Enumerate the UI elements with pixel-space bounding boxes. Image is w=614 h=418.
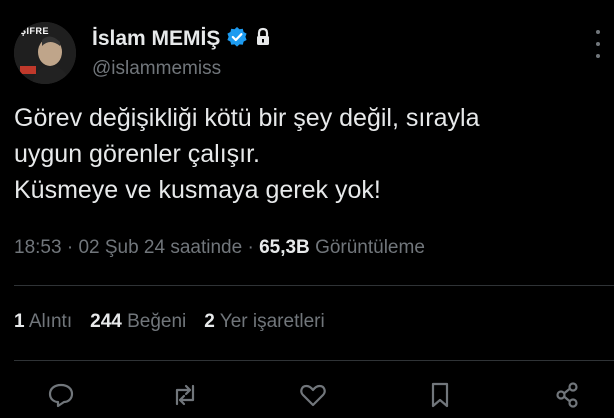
tweet-line: uygun görenler çalışır. — [14, 140, 260, 168]
bookmarks-stat[interactable]: 2 Yer işaretleri — [204, 311, 324, 333]
tweet-text: Görev değişikliği kötü bir şey değil, sı… — [14, 100, 604, 208]
tweet-line: Küsmeye ve kusmaya gerek yok! — [14, 176, 381, 204]
meta-separator: · — [66, 237, 74, 258]
action-bar — [0, 376, 614, 416]
bookmarks-label: Yer işaretleri — [219, 311, 325, 332]
author-handle[interactable]: @islammemiss — [92, 58, 221, 80]
bookmarks-count: 2 — [204, 311, 215, 332]
divider — [14, 360, 614, 361]
meta-separator: · — [247, 237, 254, 258]
tweet-line: Görev değişikliği kötü bir şey değil, sı… — [14, 104, 480, 132]
avatar[interactable]: ŞİFRE — [14, 22, 76, 84]
likes-count: 244 — [90, 311, 122, 332]
like-icon[interactable] — [298, 380, 328, 410]
tweet-meta: 18:53 · 02 Şub 24 saatinde · 65,3B Görün… — [14, 237, 425, 259]
likes-stat[interactable]: 244 Beğeni — [90, 311, 186, 333]
author-display-name[interactable]: İslam MEMİŞ — [92, 27, 220, 51]
quotes-stat[interactable]: 1 Alıntı — [14, 311, 72, 333]
verified-badge-icon — [226, 26, 248, 53]
tweet-date[interactable]: 02 Şub 24 saatinde — [78, 237, 242, 258]
views-count: 65,3B — [259, 237, 310, 258]
engagement-stats: 1 Alıntı 244 Beğeni 2 Yer işaretleri — [14, 311, 325, 333]
share-icon[interactable] — [552, 380, 582, 410]
avatar-brand-text: ŞİFRE — [20, 26, 50, 36]
likes-label: Beğeni — [127, 311, 187, 332]
views-label: Görüntüleme — [315, 237, 425, 258]
tweet-time[interactable]: 18:53 — [14, 237, 62, 258]
more-options-icon[interactable] — [588, 30, 608, 58]
author-name-row: İslam MEMİŞ — [92, 24, 272, 54]
divider — [14, 285, 614, 286]
quotes-label: Alıntı — [28, 311, 73, 332]
lock-icon — [254, 27, 272, 52]
bookmark-icon[interactable] — [425, 380, 455, 410]
reply-icon[interactable] — [46, 380, 76, 410]
quotes-count: 1 — [14, 311, 25, 332]
retweet-icon[interactable] — [170, 380, 200, 410]
